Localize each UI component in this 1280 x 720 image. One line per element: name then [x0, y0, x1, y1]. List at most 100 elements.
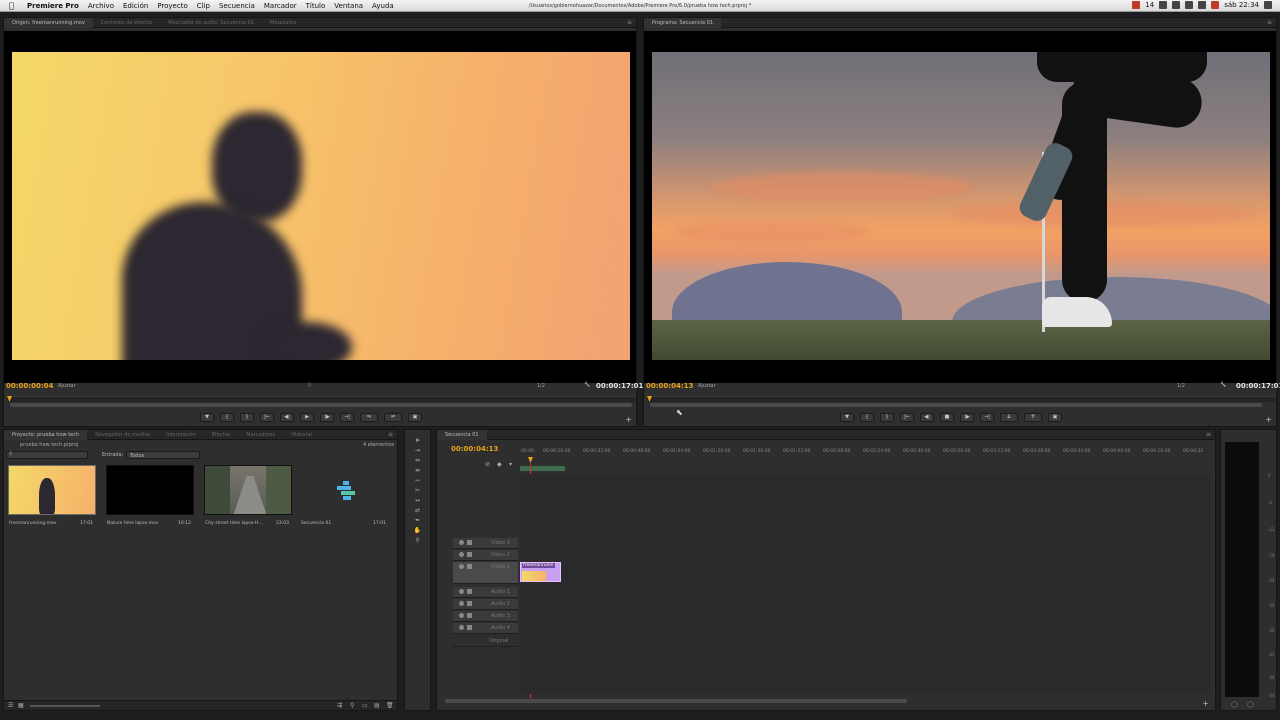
- track-header[interactable]: Vídeo 2: [453, 550, 518, 561]
- icon-view-icon[interactable]: ▦: [18, 702, 24, 709]
- track-header[interactable]: Audio 3: [453, 611, 518, 622]
- menu-titulo[interactable]: Título: [306, 2, 326, 10]
- tab-history[interactable]: Historial: [283, 430, 320, 440]
- panel-menu-icon[interactable]: ≡: [1267, 19, 1272, 26]
- snap-icon[interactable]: ⊘: [485, 461, 490, 468]
- source-add-button-icon[interactable]: +: [625, 415, 632, 424]
- program-fit-dropdown[interactable]: Ajustar: [698, 383, 716, 389]
- wrench-icon[interactable]: 🔧: [584, 382, 590, 388]
- zoom-tool-icon[interactable]: ⚲: [413, 536, 423, 545]
- timeline-scrollbar[interactable]: [445, 699, 907, 703]
- go-to-in-button[interactable]: |←: [900, 412, 914, 422]
- work-area-bar[interactable]: [520, 466, 565, 471]
- add-marker-button[interactable]: ▼: [840, 412, 854, 422]
- program-resolution-dropdown[interactable]: 1/2: [1177, 383, 1185, 389]
- track-header[interactable]: Vídeo 1: [453, 562, 518, 584]
- wifi-icon[interactable]: [1159, 1, 1168, 9]
- new-item-icon[interactable]: ▤: [374, 702, 380, 709]
- source-resolution-dropdown[interactable]: 1/2: [537, 383, 545, 389]
- hand-tool-icon[interactable]: ✋: [413, 526, 423, 535]
- timeline-track-area[interactable]: [520, 474, 1210, 694]
- go-to-out-button[interactable]: →|: [340, 412, 354, 422]
- timeline-add-icon[interactable]: +: [1202, 699, 1209, 708]
- mark-in-button[interactable]: {: [220, 412, 234, 422]
- tab-effect-controls[interactable]: Controles de efectos: [93, 18, 160, 28]
- source-timecode[interactable]: 00:00:00:04: [6, 382, 53, 390]
- menu-marcador[interactable]: Marcador: [264, 2, 297, 10]
- list-view-icon[interactable]: ☰: [8, 702, 13, 709]
- ripple-edit-tool-icon[interactable]: ⇔: [413, 456, 423, 465]
- menu-edicion[interactable]: Edición: [123, 2, 148, 10]
- track-audio-2[interactable]: Audio 2: [453, 599, 1213, 610]
- step-back-button[interactable]: ◀|: [280, 412, 294, 422]
- solo-button[interactable]: ◯: [1231, 701, 1238, 708]
- go-to-in-button[interactable]: |←: [260, 412, 274, 422]
- lock-icon[interactable]: [467, 613, 472, 618]
- clip-thumbnail[interactable]: [106, 465, 194, 515]
- speaker-icon[interactable]: [459, 601, 464, 606]
- lock-icon[interactable]: [467, 540, 472, 545]
- menu-secuencia[interactable]: Secuencia: [219, 2, 255, 10]
- record-icon[interactable]: [1132, 1, 1141, 9]
- tab-effects[interactable]: Efectos: [204, 430, 238, 440]
- menu-ayuda[interactable]: Ayuda: [372, 2, 394, 10]
- track-master[interactable]: Original: [453, 636, 1213, 647]
- program-timecode[interactable]: 00:00:04:13: [646, 382, 693, 390]
- lift-button[interactable]: ⇊: [1000, 412, 1018, 422]
- add-marker-button[interactable]: ▼: [200, 412, 214, 422]
- source-marker-icon[interactable]: ▯: [308, 382, 311, 388]
- lock-icon[interactable]: [467, 552, 472, 557]
- menu-clip[interactable]: Clip: [197, 2, 210, 10]
- clock[interactable]: sáb 22:34: [1224, 1, 1259, 9]
- speaker-icon[interactable]: [459, 613, 464, 618]
- play-button[interactable]: ▶: [300, 412, 314, 422]
- apple-icon[interactable]: : [9, 1, 21, 10]
- step-forward-button[interactable]: |▶: [960, 412, 974, 422]
- track-audio-1[interactable]: Audio 1: [453, 587, 1213, 598]
- tab-media-browser[interactable]: Navegador de medios: [87, 430, 158, 440]
- go-to-out-button[interactable]: →|: [980, 412, 994, 422]
- speaker-icon[interactable]: [459, 589, 464, 594]
- lock-icon[interactable]: [467, 564, 472, 569]
- menu-ventana[interactable]: Ventana: [334, 2, 363, 10]
- spotlight-icon[interactable]: [1264, 1, 1272, 9]
- track-audio-3[interactable]: Audio 3: [453, 611, 1213, 622]
- export-frame-button[interactable]: ▣: [408, 412, 422, 422]
- menu-archivo[interactable]: Archivo: [88, 2, 114, 10]
- program-video[interactable]: [644, 31, 1276, 383]
- menu-app-name[interactable]: Premiere Pro: [27, 2, 79, 10]
- track-audio-4[interactable]: Audio 4: [453, 623, 1213, 634]
- timeline-timecode[interactable]: 00:00:04:13: [451, 445, 498, 453]
- track-video-3[interactable]: Vídeo 3: [453, 538, 1213, 549]
- mark-in-button[interactable]: {: [860, 412, 874, 422]
- eye-icon[interactable]: [459, 540, 464, 545]
- speaker-icon[interactable]: [459, 625, 464, 630]
- volume-icon[interactable]: [1185, 1, 1194, 9]
- add-marker-icon[interactable]: ◆: [497, 461, 502, 468]
- clip-thumbnail[interactable]: [8, 465, 96, 515]
- program-time-ruler[interactable]: [647, 396, 1275, 402]
- tab-markers[interactable]: Marcadores: [238, 430, 283, 440]
- tab-source[interactable]: Origen: freemanrunning.mov: [4, 17, 93, 28]
- sequence-thumbnail[interactable]: [302, 465, 390, 515]
- new-bin-icon[interactable]: ▭: [362, 702, 368, 709]
- marker-icon[interactable]: ▾: [509, 461, 512, 468]
- rolling-edit-tool-icon[interactable]: ⇹: [413, 466, 423, 475]
- source-time-ruler[interactable]: [7, 396, 635, 402]
- menu-proyecto[interactable]: Proyecto: [157, 2, 187, 10]
- clip-thumbnail[interactable]: [204, 465, 292, 515]
- tab-audio-mixer[interactable]: Mezclador de audio: Secuencia 01: [160, 18, 262, 28]
- panel-menu-icon[interactable]: ≡: [1206, 431, 1211, 438]
- track-header[interactable]: Audio 1: [453, 587, 518, 598]
- source-playhead[interactable]: [7, 396, 12, 402]
- tab-metadata[interactable]: Metadatos: [262, 18, 304, 28]
- lock-icon[interactable]: [467, 601, 472, 606]
- track-video-1[interactable]: Vídeo 1 freemanrunni: [453, 562, 1213, 584]
- overwrite-button[interactable]: ⇌: [384, 412, 402, 422]
- flag-icon[interactable]: [1211, 1, 1220, 9]
- stop-button[interactable]: ■: [940, 412, 954, 422]
- mail-badge[interactable]: 14: [1145, 1, 1154, 9]
- eye-icon[interactable]: [459, 552, 464, 557]
- eye-icon[interactable]: [459, 564, 464, 569]
- insert-button[interactable]: ⇋: [360, 412, 378, 422]
